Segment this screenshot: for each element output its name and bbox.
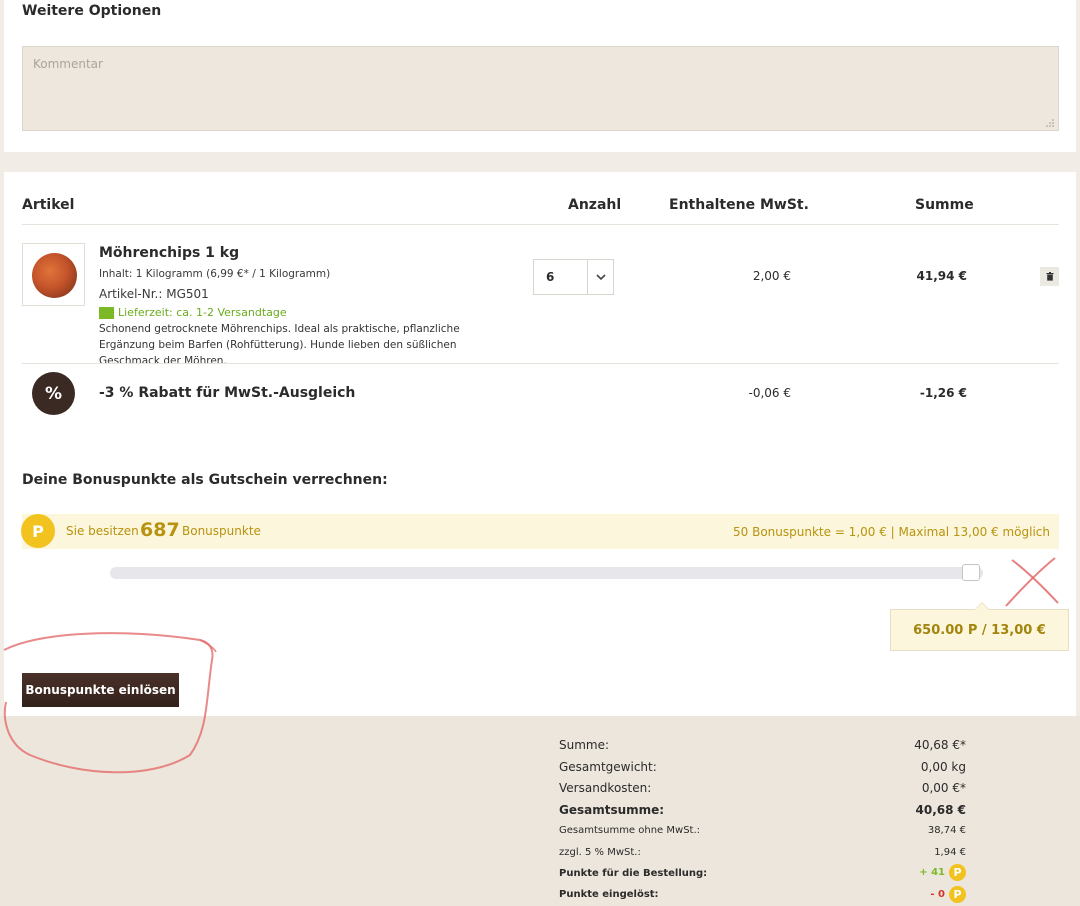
product-name[interactable]: Möhrenchips 1 kg (99, 245, 239, 261)
summary-label: Gesamtgewicht: (559, 760, 657, 774)
quantity-select[interactable]: 6 (533, 259, 614, 295)
product-image[interactable] (22, 243, 85, 306)
delivery-status-icon (99, 306, 114, 319)
bonus-points: 687 (140, 519, 180, 541)
summary-value: 0,00 kg (920, 760, 966, 774)
points-slider-track[interactable] (110, 567, 983, 579)
points-redeemed-value: - 0 (930, 889, 945, 900)
bonus-rate-info: 50 Bonuspunkte = 1,00 € | Maximal 13,00 … (733, 525, 1050, 539)
bonus-have-suffix: Bonuspunkte (182, 524, 261, 538)
summary-label: Versandkosten: (559, 781, 652, 795)
chevron-down-icon[interactable] (588, 260, 613, 294)
points-redeemed: - 0 P (930, 886, 966, 903)
options-title: Weitere Optionen (22, 3, 162, 19)
redeem-points-button[interactable]: Bonuspunkte einlösen (22, 673, 179, 707)
header-vat: Enthaltene MwSt. (669, 197, 809, 213)
total-value: 40,68 € (915, 803, 966, 817)
discount-vat: -0,06 € (748, 386, 792, 400)
divider (22, 224, 1059, 225)
product-description: Schonend getrocknete Möhrenchips. Ideal … (99, 323, 460, 367)
summary-label: Gesamtsumme ohne MwSt.: (559, 825, 701, 836)
bonus-title: Deine Bonuspunkte als Gutschein verrechn… (22, 472, 388, 488)
discount-name: -3 % Rabatt für MwSt.-Ausgleich (99, 385, 356, 401)
points-coin-icon: P (949, 886, 966, 903)
comment-input[interactable] (23, 47, 1058, 130)
trash-icon (1046, 272, 1053, 281)
product-content: Inhalt: 1 Kilogramm (6,99 €* / 1 Kilogra… (99, 268, 331, 280)
points-tooltip: 650.00 P / 13,00 € (890, 602, 1069, 651)
total-label: Gesamtsumme: (559, 803, 665, 817)
summary-value: 38,74 € (927, 825, 966, 836)
points-coin-icon: P (21, 514, 55, 548)
resize-grip-icon[interactable] (1046, 119, 1054, 127)
points-order-label: Punkte für die Bestellung: (559, 868, 708, 879)
header-article: Artikel (22, 197, 75, 213)
product-vat: 2,00 € (752, 269, 791, 283)
points-coin-icon: P (949, 864, 966, 881)
summary-value: 40,68 €* (914, 738, 966, 752)
points-slider-handle[interactable] (962, 564, 980, 581)
divider (22, 363, 1059, 364)
product-sum: 41,94 € (916, 269, 967, 283)
product-sku: Artikel-Nr.: MG501 (99, 287, 209, 301)
points-order-value: + 41 (919, 867, 945, 878)
delivery-status: Lieferzeit: ca. 1-2 Versandtage (99, 306, 287, 319)
points-order: + 41 P (919, 864, 966, 881)
delivery-text: Lieferzeit: ca. 1-2 Versandtage (118, 306, 287, 319)
bonus-have-prefix: Sie besitzen (66, 524, 139, 538)
summary-label: zzgl. 5 % MwSt.: (559, 847, 641, 858)
discount-sum: -1,26 € (919, 386, 967, 400)
discount-icon: % (32, 372, 75, 415)
header-sum: Summe (915, 197, 974, 213)
quantity-value[interactable]: 6 (534, 260, 588, 294)
delete-item-button[interactable] (1040, 267, 1059, 286)
summary-value: 0,00 €* (921, 781, 966, 795)
points-redeemed-label: Punkte eingelöst: (559, 889, 659, 900)
summary-label: Summe: (559, 738, 610, 752)
summary-value: 1,94 € (934, 847, 966, 858)
comment-box (22, 46, 1059, 131)
header-quantity: Anzahl (568, 197, 622, 213)
